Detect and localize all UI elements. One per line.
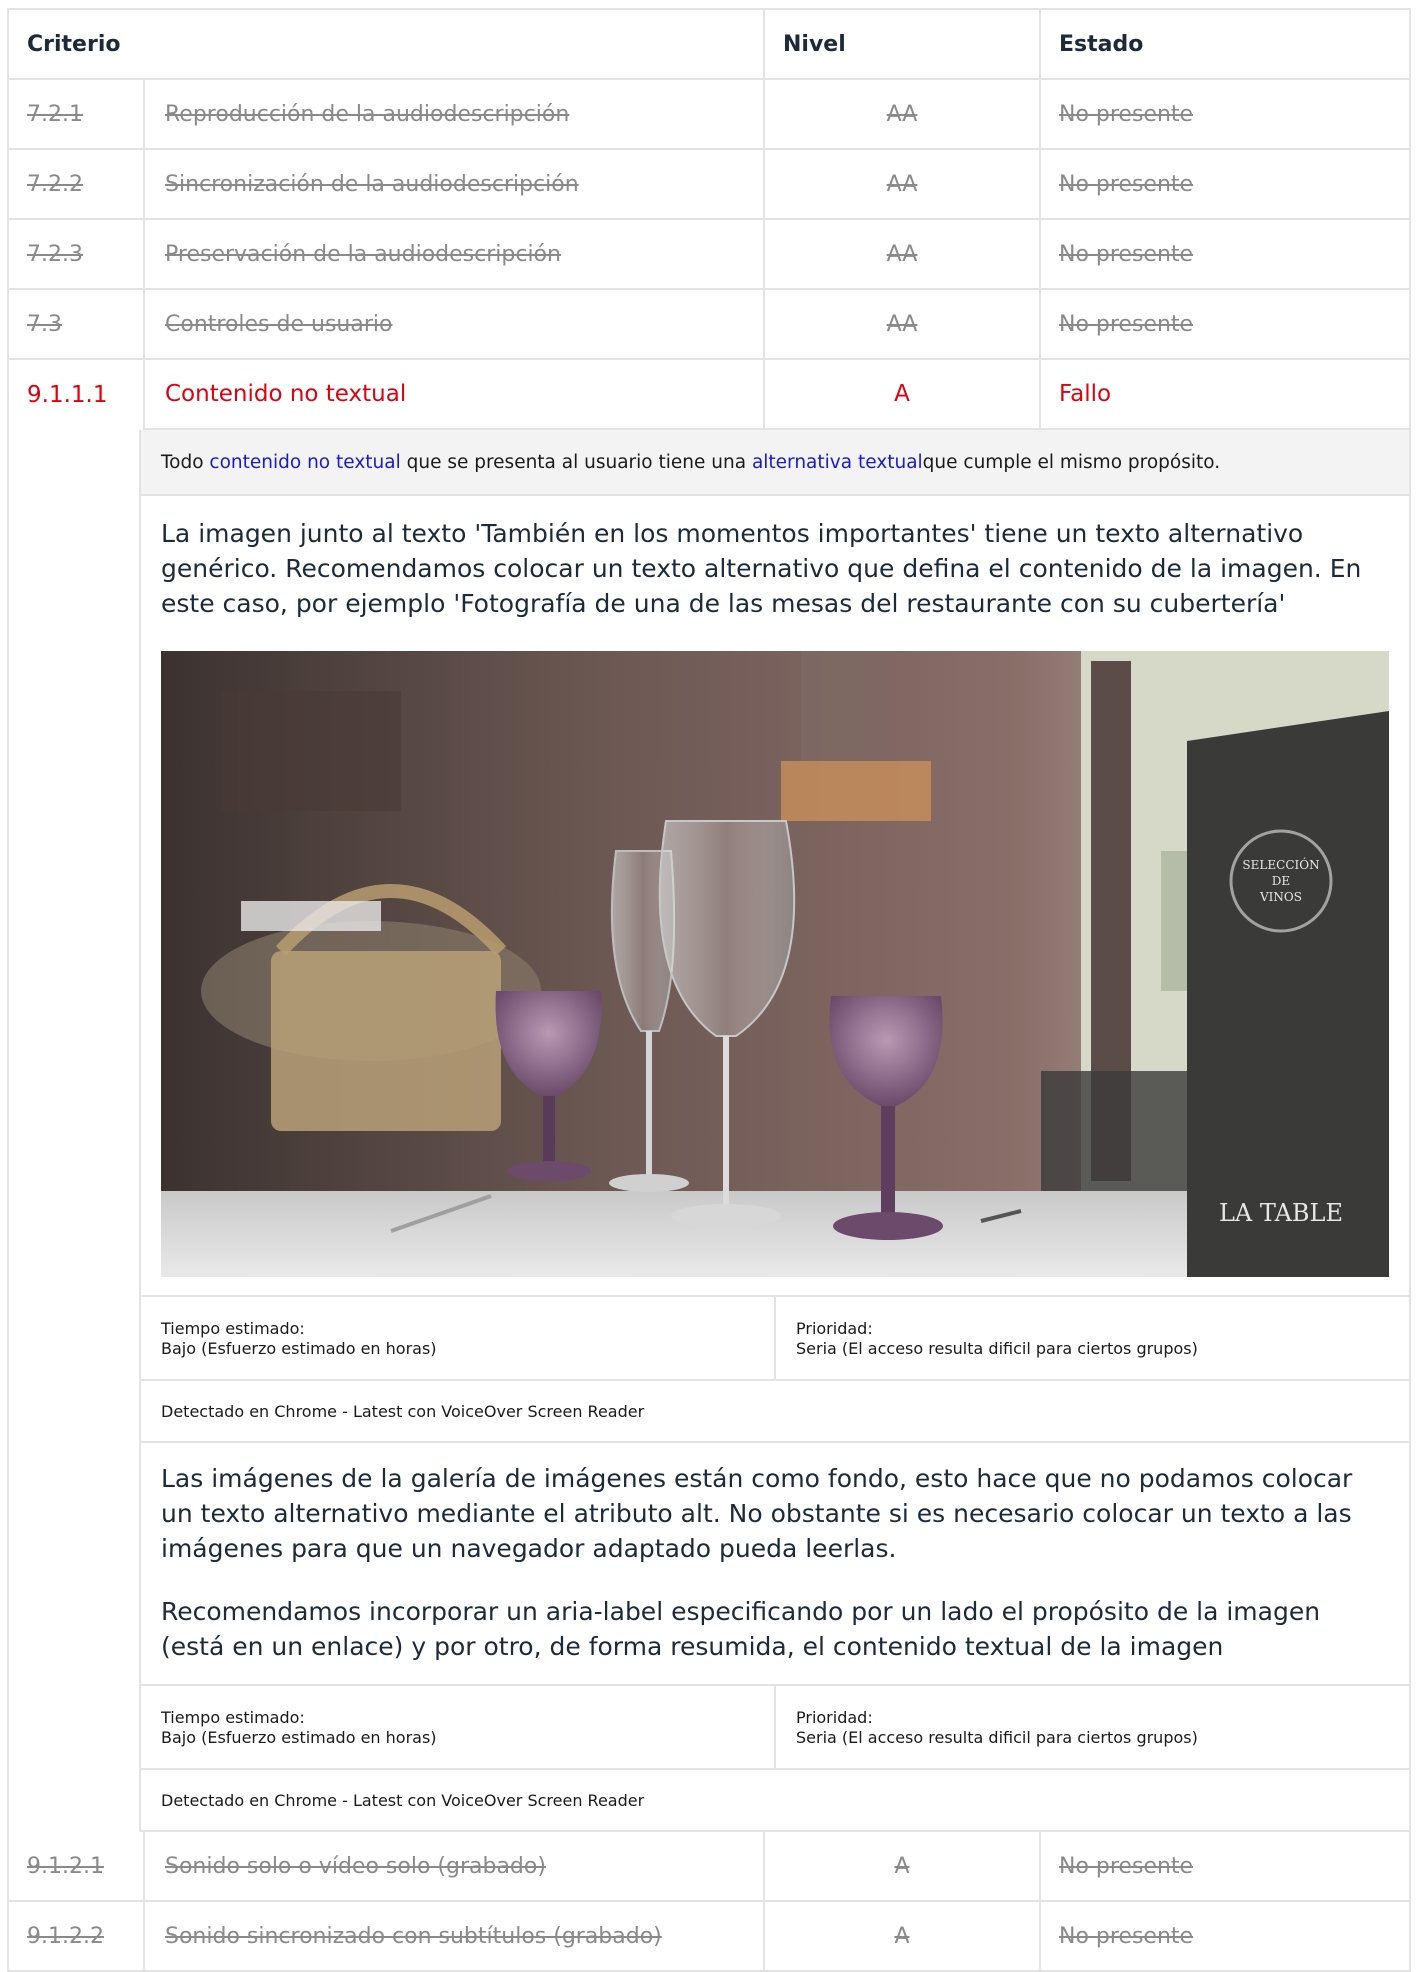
table-row: 7.2.1 Reproducción de la audiodescripció… xyxy=(9,80,1409,150)
table-row: 7.2.2 Sincronización de la audiodescripc… xyxy=(9,150,1409,220)
priority: Prioridad: Seria (El acceso resulta difi… xyxy=(774,1297,1409,1379)
table-row-failed: 9.1.1.1 Contenido no textual A Fallo xyxy=(9,360,1409,430)
finding-2-description: Las imágenes de la galería de imágenes e… xyxy=(141,1443,1409,1684)
criteria-table: Criterio Nivel Estado 7.2.1 Reproducción… xyxy=(7,8,1411,1972)
priority-value: Seria (El acceso resulta dificil para ci… xyxy=(796,1728,1198,1747)
criterion-level: AA xyxy=(765,150,1041,218)
finding-paragraph: Las imágenes de la galería de imágenes e… xyxy=(161,1464,1353,1563)
criterion-name: Contenido no textual xyxy=(145,360,765,430)
criterion-level: AA xyxy=(765,80,1041,148)
finding-1-meta: Tiempo estimado: Bajo (Esfuerzo estimado… xyxy=(141,1295,1409,1381)
criterion-name: Reproducción de la audiodescripción xyxy=(145,80,765,148)
estimated-time-value: Bajo (Esfuerzo estimado en horas) xyxy=(161,1728,437,1747)
criterion-name: Preservación de la audiodescripción xyxy=(145,220,765,288)
definition-link-non-text-content[interactable]: contenido no textual xyxy=(209,452,400,473)
estimated-time: Tiempo estimado: Bajo (Esfuerzo estimado… xyxy=(141,1686,774,1768)
menu-title-line-3: VINOS xyxy=(1259,890,1302,904)
menu-title-line-1: SELECCIÓN xyxy=(1242,856,1319,872)
criterion-status: No presente xyxy=(1059,1853,1194,1879)
priority-value: Seria (El acceso resulta dificil para ci… xyxy=(796,1339,1198,1358)
priority-label: Prioridad: xyxy=(796,1319,873,1338)
detected-in: Detectado en Chrome - Latest con VoiceOv… xyxy=(141,1770,1409,1832)
definition-link-text-alternative[interactable]: alternativa textual xyxy=(752,452,923,473)
criterion-id: 7.2.1 xyxy=(9,80,145,148)
finding-paragraph: La imagen junto al texto 'También en los… xyxy=(161,519,1362,618)
definition-middle: que se presenta al usuario tiene una xyxy=(400,451,752,473)
criterion-level: A xyxy=(765,360,1041,430)
header-level: Nivel xyxy=(765,10,1041,78)
criterion-status: No presente xyxy=(1059,171,1194,197)
finding-2-meta: Tiempo estimado: Bajo (Esfuerzo estimado… xyxy=(141,1684,1409,1770)
detected-in: Detectado en Chrome - Latest con VoiceOv… xyxy=(141,1381,1409,1443)
priority-label: Prioridad: xyxy=(796,1708,873,1727)
criterion-id: 7.3 xyxy=(9,290,145,358)
criterion-status: No presente xyxy=(1059,1923,1194,1949)
detail-body: Todo contenido no textual que se present… xyxy=(141,430,1409,1832)
table-row: 7.2.3 Preservación de la audiodescripció… xyxy=(9,220,1409,290)
table-row: 9.1.2.2 Sonido sincronizado con subtítul… xyxy=(9,1902,1409,1972)
criterion-id: 7.2.3 xyxy=(9,220,145,288)
criterion-id: 7.2.2 xyxy=(9,150,145,218)
menu-title-line-2: DE xyxy=(1272,874,1290,888)
failure-details: Todo contenido no textual que se present… xyxy=(9,430,1409,1832)
table-row: 9.1.2.1 Sonido solo o vídeo solo (grabad… xyxy=(9,1832,1409,1902)
table-header: Criterio Nivel Estado xyxy=(9,10,1409,80)
criterion-name: Sonido solo o vídeo solo (grabado) xyxy=(145,1832,765,1900)
criterion-level: AA xyxy=(765,290,1041,358)
header-status: Estado xyxy=(1059,31,1144,57)
table-row: 7.3 Controles de usuario AA No presente xyxy=(9,290,1409,360)
finding-1-description: La imagen junto al texto 'También en los… xyxy=(141,496,1409,621)
criterion-name: Sincronización de la audiodescripción xyxy=(145,150,765,218)
criterion-level: AA xyxy=(765,220,1041,288)
definition-suffix: que cumple el mismo propósito. xyxy=(922,451,1221,473)
criterion-status: Fallo xyxy=(1041,360,1409,430)
menu-brand: LA TABLE xyxy=(1219,1199,1343,1227)
priority: Prioridad: Seria (El acceso resulta difi… xyxy=(774,1686,1409,1768)
criterion-name: Sonido sincronizado con subtítulos (grab… xyxy=(145,1902,765,1970)
criterion-name: Controles de usuario xyxy=(145,290,765,358)
criterion-level: A xyxy=(765,1832,1041,1900)
criterion-status: No presente xyxy=(1059,101,1194,127)
estimated-time-value: Bajo (Esfuerzo estimado en horas) xyxy=(161,1339,437,1358)
estimated-time-label: Tiempo estimado: xyxy=(161,1319,305,1338)
restaurant-table-photo: SELECCIÓN DE VINOS LA TABLE xyxy=(161,651,1389,1277)
criterion-status: No presente xyxy=(1059,311,1194,337)
criterion-id: 9.1.1.1 xyxy=(9,360,145,430)
criterion-id: 9.1.2.2 xyxy=(9,1902,145,1970)
estimated-time-label: Tiempo estimado: xyxy=(161,1708,305,1727)
criterion-level: A xyxy=(765,1902,1041,1970)
header-criterion: Criterio xyxy=(9,10,765,78)
finding-paragraph: Recomendamos incorporar un aria-label es… xyxy=(161,1597,1321,1661)
criterion-status: No presente xyxy=(1059,241,1194,267)
estimated-time: Tiempo estimado: Bajo (Esfuerzo estimado… xyxy=(141,1297,774,1379)
definition-prefix: Todo xyxy=(161,451,210,473)
detail-gutter xyxy=(9,430,141,1832)
criterion-id: 9.1.2.1 xyxy=(9,1832,145,1900)
criterion-definition: Todo contenido no textual que se present… xyxy=(141,430,1409,496)
